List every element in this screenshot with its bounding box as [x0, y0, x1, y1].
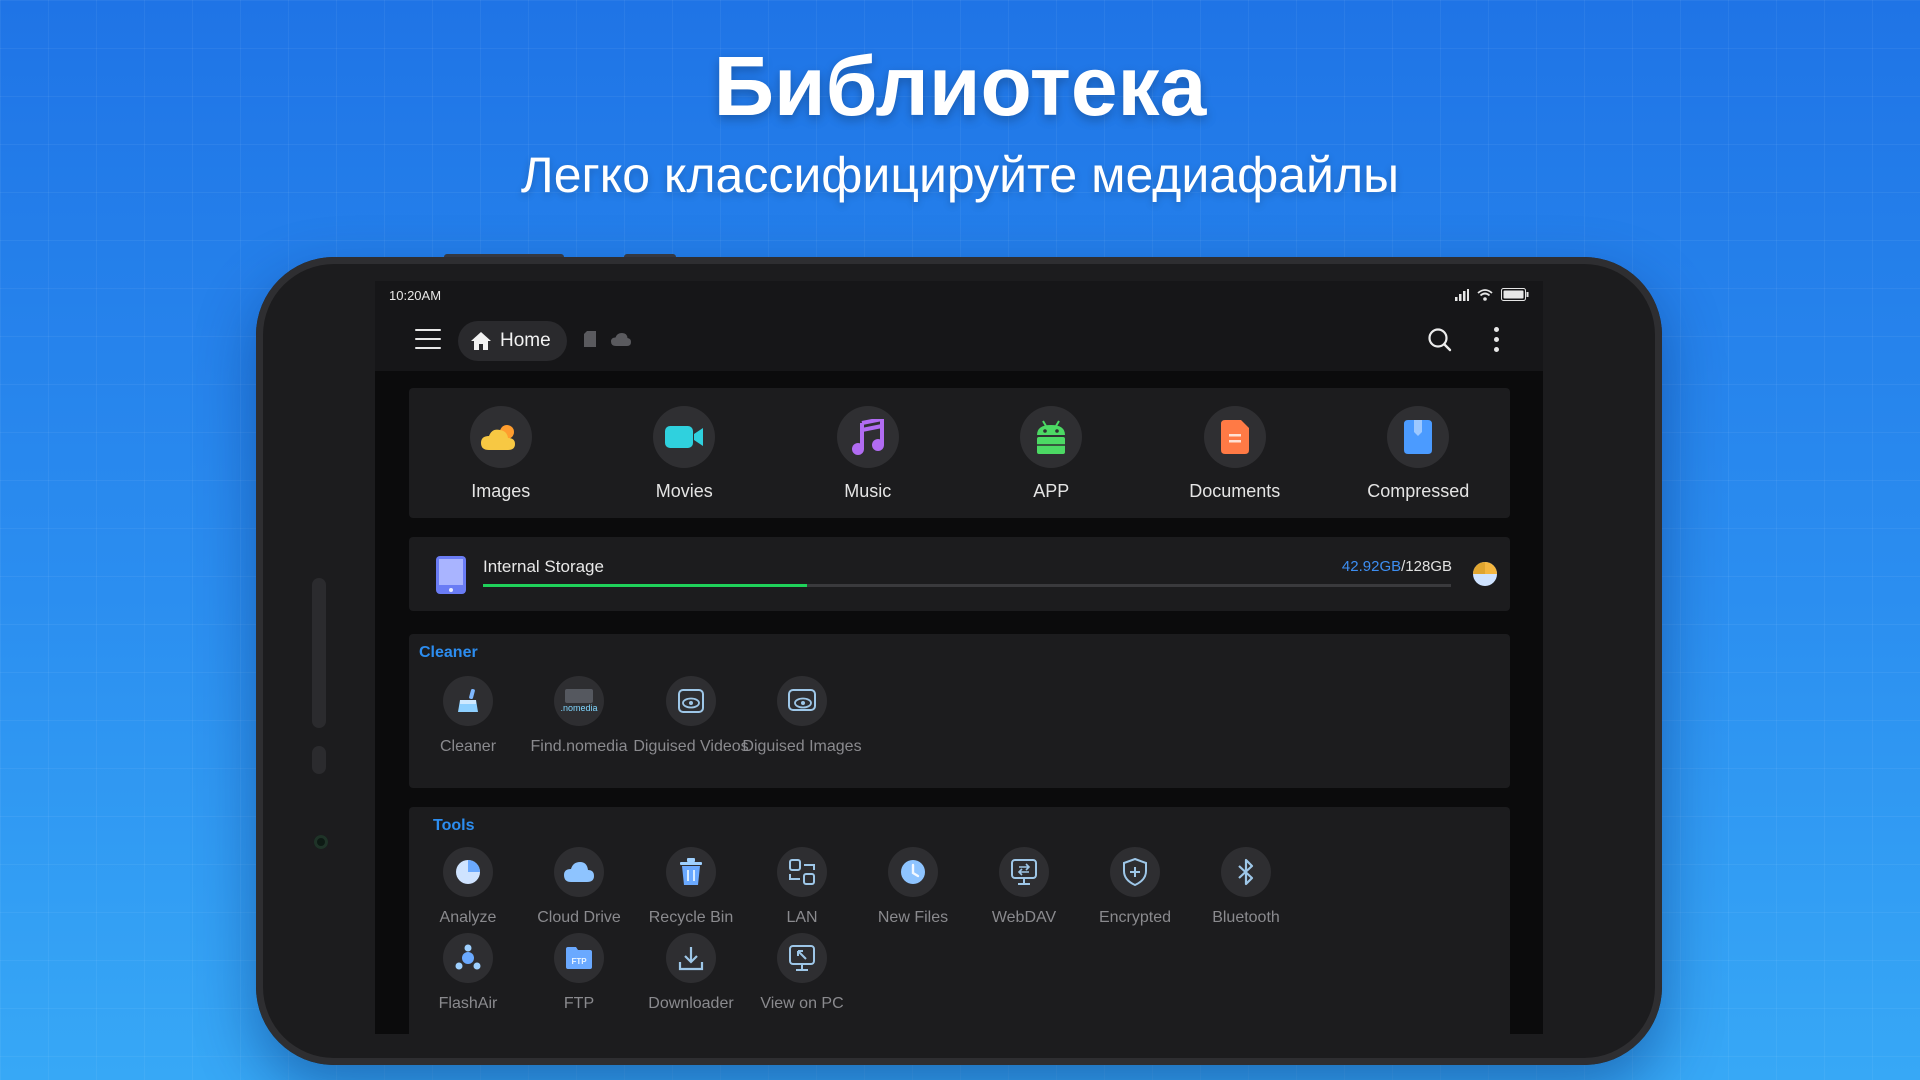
tool-label: Find.nomedia	[530, 738, 628, 755]
phone-storage-icon	[436, 556, 466, 594]
svg-text:.nomedia: .nomedia	[560, 703, 597, 713]
category-app[interactable]: APP	[960, 388, 1144, 518]
images-icon	[480, 425, 515, 450]
status-bar: 10:20AM	[375, 281, 1543, 309]
nomedia-icon: .nomedia	[560, 689, 598, 713]
encrypted-icon	[1123, 858, 1147, 886]
tool-label: LAN	[786, 909, 818, 926]
music-icon	[851, 419, 884, 455]
storage-total-value: /128GB	[1401, 558, 1452, 575]
category-label: Documents	[1189, 481, 1281, 501]
tool-label: FlashAir	[438, 995, 498, 1012]
ftp-icon: FTP	[566, 947, 592, 969]
downloader-icon	[678, 947, 704, 971]
flashair-icon	[455, 944, 481, 970]
tool-view-on-pc[interactable]: View on PC	[734, 933, 870, 1013]
cleaner-item-disguised-images[interactable]: Diguised Images	[734, 676, 870, 756]
lan-icon	[789, 859, 815, 885]
tool-label: WebDAV	[991, 909, 1057, 926]
cleaner-title: Cleaner	[419, 644, 478, 661]
tool-label: View on PC	[760, 995, 844, 1012]
status-time: 10:20AM	[389, 288, 442, 303]
front-camera	[314, 835, 328, 849]
storage-progress-track	[483, 584, 1451, 587]
android-icon	[1037, 420, 1066, 454]
documents-icon	[1220, 420, 1249, 454]
more-vertical-icon[interactable]	[1493, 327, 1499, 353]
broom-icon	[458, 688, 478, 712]
tool-label: Analyze	[439, 909, 497, 926]
tool-bluetooth[interactable]: Bluetooth	[1178, 847, 1314, 927]
tool-label: Encrypted	[1098, 909, 1172, 926]
category-images[interactable]: Images	[409, 388, 593, 518]
home-icon	[471, 332, 491, 350]
storage-progress-fill	[483, 584, 808, 587]
category-label: Movies	[655, 481, 713, 501]
webdav-icon	[1011, 859, 1037, 885]
search-icon[interactable]	[1427, 327, 1453, 353]
tool-label: Cloud Drive	[537, 909, 621, 926]
cleaner-section: Cleaner Cleaner .nomedia Find.nomedia Di…	[409, 634, 1510, 788]
home-breadcrumb[interactable]: Home	[458, 321, 567, 361]
category-compressed[interactable]: Compressed	[1327, 388, 1511, 518]
top-app-bar: Home	[375, 309, 1543, 371]
storage-usage: 42.92GB/128GB	[1342, 558, 1452, 575]
recycle-bin-icon	[680, 858, 702, 885]
tool-label: Recycle Bin	[648, 909, 734, 926]
phone-side-slider	[312, 578, 326, 728]
wifi-icon	[1477, 288, 1493, 301]
category-label: Music	[844, 481, 892, 501]
category-documents[interactable]: Documents	[1143, 388, 1327, 518]
tool-label: Cleaner	[439, 738, 497, 755]
cloud-icon[interactable]	[611, 333, 631, 346]
tool-label: Downloader	[648, 995, 734, 1012]
cloud-drive-icon	[564, 862, 594, 882]
home-label: Home	[500, 330, 551, 351]
hero-title: Библиотека	[713, 39, 1207, 133]
tools-section: Tools Analyze Cloud Drive Recycle Bin LA…	[409, 807, 1510, 1034]
category-label: APP	[1033, 481, 1070, 501]
tool-label: Bluetooth	[1212, 909, 1280, 926]
tool-label: FTP	[563, 995, 595, 1012]
movies-icon	[665, 426, 704, 448]
compressed-icon	[1404, 420, 1433, 454]
battery-icon	[1501, 288, 1529, 301]
new-files-icon	[901, 860, 925, 884]
analyze-icon	[456, 860, 480, 884]
disguised-images-icon	[788, 689, 816, 711]
view-on-pc-icon	[789, 945, 815, 971]
category-label: Compressed	[1367, 481, 1470, 501]
storage-used-value: 42.92GB	[1341, 558, 1402, 575]
category-music[interactable]: Music	[776, 388, 960, 518]
disguised-videos-icon	[678, 689, 704, 713]
category-label: Images	[471, 481, 531, 501]
storage-name: Internal Storage	[483, 557, 604, 576]
phone-side-dot	[312, 746, 326, 774]
bluetooth-icon	[1238, 858, 1254, 886]
svg-text:FTP: FTP	[571, 957, 587, 966]
category-movies[interactable]: Movies	[593, 388, 777, 518]
tool-label: New Files	[877, 909, 949, 926]
hero-subtitle: Легко классифицируйте медиафайлы	[520, 147, 1400, 203]
signal-icon	[1455, 288, 1469, 301]
category-grid: Images Movies Music APP Documents Compre…	[409, 388, 1510, 518]
internal-storage-card[interactable]: Internal Storage 42.92GB/128GB	[409, 537, 1510, 611]
storage-analyze-icon[interactable]	[1472, 561, 1498, 587]
tool-label: Diguised Images	[742, 738, 862, 755]
sd-card-icon[interactable]	[584, 331, 596, 347]
tools-title: Tools	[433, 817, 475, 834]
menu-icon[interactable]	[415, 329, 441, 349]
device-screen: 10:20AM Home Images Movies Music APP Doc…	[375, 281, 1543, 1034]
tool-label: Diguised Videos	[633, 738, 749, 755]
